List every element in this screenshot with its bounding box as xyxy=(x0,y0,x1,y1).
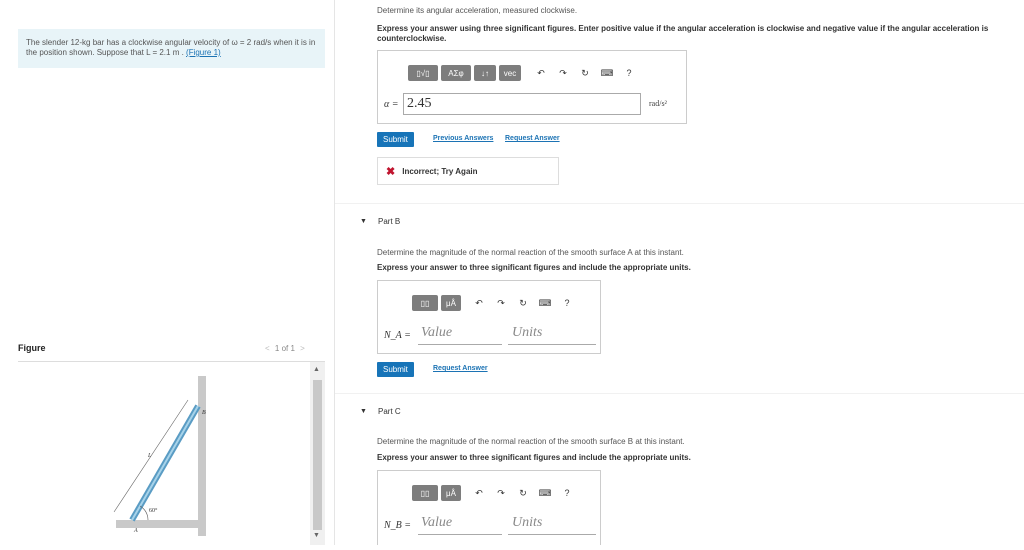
part-c-question: Determine the magnitude of the normal re… xyxy=(377,437,685,446)
keyboard-icon[interactable]: ⌨ xyxy=(534,485,556,501)
bar-highlight xyxy=(131,405,199,521)
keyboard-icon[interactable]: ⌨ xyxy=(596,65,618,81)
reset-icon[interactable]: ↻ xyxy=(512,485,534,501)
help-icon[interactable]: ? xyxy=(556,485,578,501)
scroll-down-icon[interactable]: ▼ xyxy=(313,532,320,539)
part-c-header[interactable]: ▼ Part C xyxy=(335,393,1024,436)
reset-icon[interactable]: ↻ xyxy=(512,295,534,311)
bar-diagram: 60° L B A xyxy=(113,376,206,536)
left-panel: The slender 12-kg bar has a clockwise an… xyxy=(0,0,334,545)
wall xyxy=(198,376,206,536)
part-a-submit-button[interactable]: Submit xyxy=(377,132,414,147)
part-b-request-answer-link[interactable]: Request Answer xyxy=(433,365,488,372)
part-a-question: Determine its angular acceleration, meas… xyxy=(377,6,578,15)
part-b-toolbar: ▯▯ μÅ ↶ ↷ ↻ ⌨ ? xyxy=(412,295,578,311)
next-figure-icon[interactable]: > xyxy=(300,344,305,353)
part-b-submit-button[interactable]: Submit xyxy=(377,362,414,377)
undo-icon[interactable]: ↶ xyxy=(468,485,490,501)
part-c-toolbar: ▯▯ μÅ ↶ ↷ ↻ ⌨ ? xyxy=(412,485,578,501)
part-b-instruction: Express your answer to three significant… xyxy=(377,263,691,272)
templates-button[interactable]: ▯▯ xyxy=(412,485,438,501)
part-a-request-answer-link[interactable]: Request Answer xyxy=(505,135,560,142)
scroll-up-icon[interactable]: ▲ xyxy=(313,366,320,373)
pager-text: 1 of 1 xyxy=(274,344,295,353)
redo-icon[interactable]: ↷ xyxy=(552,65,574,81)
vector-button[interactable]: vec xyxy=(499,65,521,81)
collapse-b-icon[interactable]: ▼ xyxy=(360,218,367,225)
keyboard-icon[interactable]: ⌨ xyxy=(534,295,556,311)
figure-scrollbar[interactable]: ▲ ▼ xyxy=(310,362,325,545)
nb-label: N_B = xyxy=(384,520,412,531)
floor xyxy=(116,520,206,528)
alpha-input[interactable]: 2.45 xyxy=(403,93,641,115)
point-a-label: A xyxy=(133,528,138,534)
collapse-c-icon[interactable]: ▼ xyxy=(360,408,367,415)
alpha-label: α = xyxy=(384,99,399,110)
nb-value-input[interactable]: Value xyxy=(418,515,502,535)
part-a-toolbar: ▯√▯ ΑΣφ ↓↑ vec ↶ ↷ ↻ ⌨ ? xyxy=(408,65,640,81)
scroll-thumb[interactable] xyxy=(313,380,322,530)
part-c-instruction: Express your answer to three significant… xyxy=(377,453,691,462)
point-b-label: B xyxy=(202,410,206,416)
part-b-answer-box: ▯▯ μÅ ↶ ↷ ↻ ⌨ ? N_A = Value Units xyxy=(377,280,601,354)
greek-button[interactable]: ΑΣφ xyxy=(441,65,471,81)
angle-label: 60° xyxy=(149,507,158,514)
figure-image: 60° L B A xyxy=(18,362,310,545)
redo-icon[interactable]: ↷ xyxy=(490,485,512,501)
right-panel: Determine its angular acceleration, meas… xyxy=(335,0,1024,545)
undo-icon[interactable]: ↶ xyxy=(530,65,552,81)
part-b-title: Part B xyxy=(378,217,401,226)
undo-icon[interactable]: ↶ xyxy=(468,295,490,311)
figure-pager: < 1 of 1 > xyxy=(262,344,308,353)
part-b-header[interactable]: ▼ Part B xyxy=(335,203,1024,246)
nb-units-input[interactable]: Units xyxy=(508,515,596,535)
problem-statement: The slender 12-kg bar has a clockwise an… xyxy=(18,29,325,68)
reset-icon[interactable]: ↻ xyxy=(574,65,596,81)
figure-link[interactable]: (Figure 1) xyxy=(186,48,221,57)
templates-button[interactable]: ▯▯ xyxy=(412,295,438,311)
na-value-input[interactable]: Value xyxy=(418,325,502,345)
na-units-input[interactable]: Units xyxy=(508,325,596,345)
incorrect-icon: ✖ xyxy=(386,165,396,178)
length-label: L xyxy=(147,453,152,459)
redo-icon[interactable]: ↷ xyxy=(490,295,512,311)
figure-label: Figure xyxy=(18,343,46,353)
part-c-answer-box: ▯▯ μÅ ↶ ↷ ↻ ⌨ ? N_B = Value Units xyxy=(377,470,601,545)
part-b-question: Determine the magnitude of the normal re… xyxy=(377,248,684,257)
units-button[interactable]: μÅ xyxy=(441,295,461,311)
feedback-text: Incorrect; Try Again xyxy=(402,166,478,176)
previous-answers-link[interactable]: Previous Answers xyxy=(433,135,493,142)
feedback-box: ✖ Incorrect; Try Again xyxy=(377,157,559,185)
units-button[interactable]: μÅ xyxy=(441,485,461,501)
prev-figure-icon[interactable]: < xyxy=(265,344,270,353)
help-icon[interactable]: ? xyxy=(618,65,640,81)
part-c-title: Part C xyxy=(378,407,401,416)
arrows-button[interactable]: ↓↑ xyxy=(474,65,496,81)
templates-button[interactable]: ▯√▯ xyxy=(408,65,438,81)
help-icon[interactable]: ? xyxy=(556,295,578,311)
part-a-instruction: Express your answer using three signific… xyxy=(377,24,989,43)
problem-text-prefix: The slender 12- xyxy=(26,38,83,47)
na-label: N_A = xyxy=(384,330,411,341)
alpha-unit: rad/s² xyxy=(649,99,667,108)
part-a-answer-box: ▯√▯ ΑΣφ ↓↑ vec ↶ ↷ ↻ ⌨ ? α = 2.45 rad/s² xyxy=(377,50,687,124)
